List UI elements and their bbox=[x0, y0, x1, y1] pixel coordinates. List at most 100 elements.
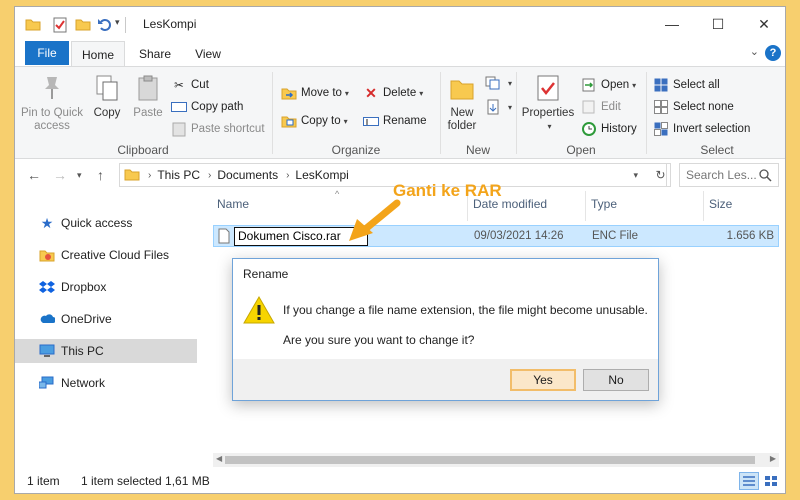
new-folder-button[interactable]: New folder bbox=[445, 73, 479, 133]
new-label: New bbox=[465, 143, 490, 157]
delete-icon: ✕ bbox=[365, 84, 377, 101]
nav-onedrive[interactable]: OneDrive bbox=[15, 307, 197, 331]
copy-path-button[interactable]: Copy path bbox=[171, 97, 243, 117]
search-input[interactable]: Search Les... bbox=[679, 163, 779, 187]
new-folder-quick-icon[interactable] bbox=[75, 17, 91, 31]
tab-share[interactable]: Share bbox=[131, 41, 179, 66]
breadcrumb-leskompi[interactable]: LesKompi bbox=[295, 168, 348, 182]
clipboard-label: Clipboard bbox=[117, 143, 169, 157]
refresh-icon[interactable]: ↻ bbox=[651, 163, 671, 187]
computer-icon bbox=[39, 343, 55, 359]
ribbon-tabs: File Home Share View ⌄ ? bbox=[15, 41, 785, 67]
select-none-button[interactable]: Select none bbox=[653, 97, 734, 117]
annotation-arrow-icon bbox=[349, 199, 401, 241]
properties-icon bbox=[532, 73, 564, 103]
easy-access-button[interactable]: ▾ bbox=[485, 97, 512, 117]
title-bar: ▾ LesKompi — ☐ ✕ bbox=[15, 7, 785, 41]
back-arrow-icon[interactable]: ← bbox=[27, 167, 41, 183]
file-icon bbox=[218, 228, 230, 247]
edit-button[interactable]: Edit bbox=[581, 97, 621, 117]
nav-creative-cloud[interactable]: Creative Cloud Files bbox=[15, 243, 197, 267]
no-button[interactable]: No bbox=[583, 369, 649, 391]
rename-dialog: Rename If you change a file name extensi… bbox=[232, 258, 659, 401]
dialog-message: If you change a file name extension, the… bbox=[283, 303, 648, 317]
new-item-icon bbox=[485, 75, 501, 91]
address-dropdown-icon[interactable]: ▾ bbox=[633, 170, 638, 181]
file-size: 1.656 KB bbox=[726, 230, 774, 242]
nav-this-pc[interactable]: This PC bbox=[15, 339, 197, 363]
creative-cloud-folder-icon bbox=[39, 247, 55, 263]
copy-icon bbox=[91, 73, 123, 103]
paste-icon bbox=[132, 73, 164, 103]
dialog-question: Are you sure you want to change it? bbox=[283, 333, 475, 347]
delete-button[interactable]: ✕ Delete ▾ bbox=[363, 83, 423, 103]
horizontal-scrollbar[interactable]: ◀ ▶ bbox=[213, 453, 779, 467]
paste-shortcut-icon bbox=[171, 121, 187, 137]
annotation-text: Ganti ke RAR bbox=[393, 181, 502, 200]
cut-button[interactable]: ✂ Cut bbox=[171, 75, 209, 95]
select-all-button[interactable]: Select all bbox=[653, 75, 720, 95]
recent-locations-icon[interactable]: ▾ bbox=[77, 170, 82, 181]
table-row[interactable]: Dokumen Cisco.rar 09/03/2021 14:26 ENC F… bbox=[213, 225, 779, 247]
column-separator bbox=[585, 191, 586, 221]
column-size[interactable]: Size bbox=[709, 197, 732, 211]
tab-home[interactable]: Home bbox=[71, 41, 125, 67]
history-icon bbox=[581, 121, 597, 137]
help-icon[interactable]: ? bbox=[765, 45, 781, 61]
warning-icon bbox=[243, 295, 275, 328]
history-button[interactable]: History bbox=[581, 119, 637, 139]
scroll-right-icon[interactable]: ▶ bbox=[770, 454, 776, 463]
new-folder-icon bbox=[446, 73, 478, 103]
status-bar: 1 item 1 item selected 1,61 MB bbox=[15, 469, 785, 493]
item-count: 1 item bbox=[27, 474, 60, 488]
easy-access-icon bbox=[485, 99, 501, 115]
forward-arrow-icon[interactable]: → bbox=[53, 167, 67, 183]
properties-quick-icon[interactable] bbox=[53, 17, 67, 33]
open-icon bbox=[581, 77, 597, 93]
scrollbar-thumb[interactable] bbox=[225, 456, 755, 464]
new-item-button[interactable]: ▾ bbox=[485, 73, 512, 93]
yes-button[interactable]: Yes bbox=[510, 369, 576, 391]
nav-quick-access[interactable]: ★ Quick access bbox=[15, 211, 197, 235]
address-folder-icon bbox=[124, 167, 140, 184]
tab-view[interactable]: View bbox=[185, 41, 231, 66]
large-icons-view-icon[interactable] bbox=[761, 472, 781, 490]
open-button[interactable]: Open ▾ bbox=[581, 75, 636, 95]
column-name[interactable]: Name bbox=[217, 197, 249, 211]
scroll-left-icon[interactable]: ◀ bbox=[216, 454, 222, 463]
tab-file[interactable]: File bbox=[25, 41, 69, 65]
pin-quick-access-button[interactable]: Pin to Quick access bbox=[21, 73, 83, 133]
breadcrumb-this-pc[interactable]: This PC bbox=[157, 168, 200, 182]
up-arrow-icon[interactable]: ↑ bbox=[97, 167, 104, 183]
star-icon: ★ bbox=[40, 214, 54, 231]
customize-toolbar-icon[interactable]: ▾ bbox=[115, 17, 120, 28]
maximize-button[interactable]: ☐ bbox=[695, 7, 741, 41]
properties-button[interactable]: Properties ▾ bbox=[519, 73, 577, 133]
paste-shortcut-button[interactable]: Paste shortcut bbox=[171, 119, 265, 139]
minimize-button[interactable]: — bbox=[649, 7, 695, 41]
invert-selection-button[interactable]: Invert selection bbox=[653, 119, 750, 139]
rename-button[interactable]: Rename bbox=[363, 111, 426, 131]
close-button[interactable]: ✕ bbox=[741, 7, 785, 41]
column-type[interactable]: Type bbox=[591, 197, 617, 211]
move-to-button[interactable]: Move to ▾ bbox=[281, 83, 349, 103]
copy-button[interactable]: Copy bbox=[89, 73, 125, 120]
title-separator bbox=[125, 17, 126, 33]
open-label: Open bbox=[566, 143, 596, 157]
chevron-down-icon[interactable]: ⌄ bbox=[750, 45, 759, 58]
undo-icon[interactable] bbox=[97, 17, 111, 31]
breadcrumb-separator: › bbox=[208, 169, 212, 181]
dialog-title: Rename bbox=[243, 267, 289, 281]
copy-to-button[interactable]: Copy to ▾ bbox=[281, 111, 348, 131]
breadcrumb-documents[interactable]: Documents bbox=[217, 168, 278, 182]
open-group: Properties ▾ Open ▾ Edit History Open bbox=[517, 67, 645, 160]
clipboard-group: Pin to Quick access Copy Paste ✂ Cut Cop… bbox=[15, 67, 271, 160]
nav-network[interactable]: Network bbox=[15, 371, 197, 395]
paste-button[interactable]: Paste bbox=[129, 73, 167, 120]
dropbox-icon bbox=[39, 279, 55, 295]
nav-dropbox[interactable]: Dropbox bbox=[15, 275, 197, 299]
move-to-icon bbox=[281, 85, 297, 101]
navigation-pane: ★ Quick access Creative Cloud Files Drop… bbox=[15, 191, 199, 463]
details-view-icon[interactable] bbox=[739, 472, 759, 490]
folder-icon bbox=[25, 17, 41, 31]
